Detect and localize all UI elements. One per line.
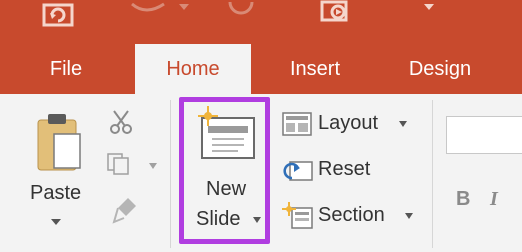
layout-icon xyxy=(282,112,312,136)
section-dropdown-icon xyxy=(405,213,413,219)
new-slide-label-line2: Slide xyxy=(196,208,241,230)
copy-icon[interactable] xyxy=(106,152,136,176)
clipboard-paste-icon xyxy=(37,114,81,171)
tab-insert[interactable]: Insert xyxy=(272,44,358,94)
section-label: Section xyxy=(318,204,385,226)
layout-dropdown-icon xyxy=(399,121,407,127)
title-bar xyxy=(0,0,522,44)
redo-icon[interactable] xyxy=(226,0,256,20)
reset-button[interactable]: Reset xyxy=(280,152,380,186)
copy-dropdown-icon[interactable] xyxy=(148,162,158,170)
section-button[interactable]: Section xyxy=(280,198,420,234)
new-slide-dropdown-icon xyxy=(253,217,261,223)
group-divider xyxy=(170,100,171,248)
font-name-field[interactable] xyxy=(446,116,522,154)
new-slide-label-line1: New xyxy=(206,178,247,200)
section-icon xyxy=(282,202,313,229)
paste-label: Paste xyxy=(30,182,82,204)
format-painter-icon[interactable] xyxy=(112,196,138,224)
tab-design[interactable]: Design xyxy=(392,44,488,94)
tab-home[interactable]: Home xyxy=(135,44,251,94)
reset-label: Reset xyxy=(318,158,371,180)
new-slide-icon xyxy=(198,106,255,159)
group-divider xyxy=(432,100,433,248)
paste-button[interactable]: Paste xyxy=(22,104,94,246)
bold-button[interactable]: B xyxy=(456,188,470,211)
customize-qat-icon[interactable] xyxy=(422,2,436,12)
tab-file[interactable]: File xyxy=(30,44,102,94)
italic-button[interactable]: I xyxy=(490,188,498,211)
layout-label: Layout xyxy=(318,112,379,134)
cut-icon[interactable] xyxy=(108,108,136,136)
start-from-beginning-icon[interactable] xyxy=(320,0,354,24)
layout-button[interactable]: Layout xyxy=(280,106,412,140)
undo-dropdown-icon[interactable] xyxy=(178,2,190,12)
new-slide-button[interactable]: New Slide xyxy=(184,102,265,240)
reset-icon xyxy=(283,161,313,181)
paste-dropdown-icon xyxy=(51,219,61,225)
save-icon[interactable] xyxy=(42,3,78,29)
undo-icon[interactable] xyxy=(128,0,168,20)
